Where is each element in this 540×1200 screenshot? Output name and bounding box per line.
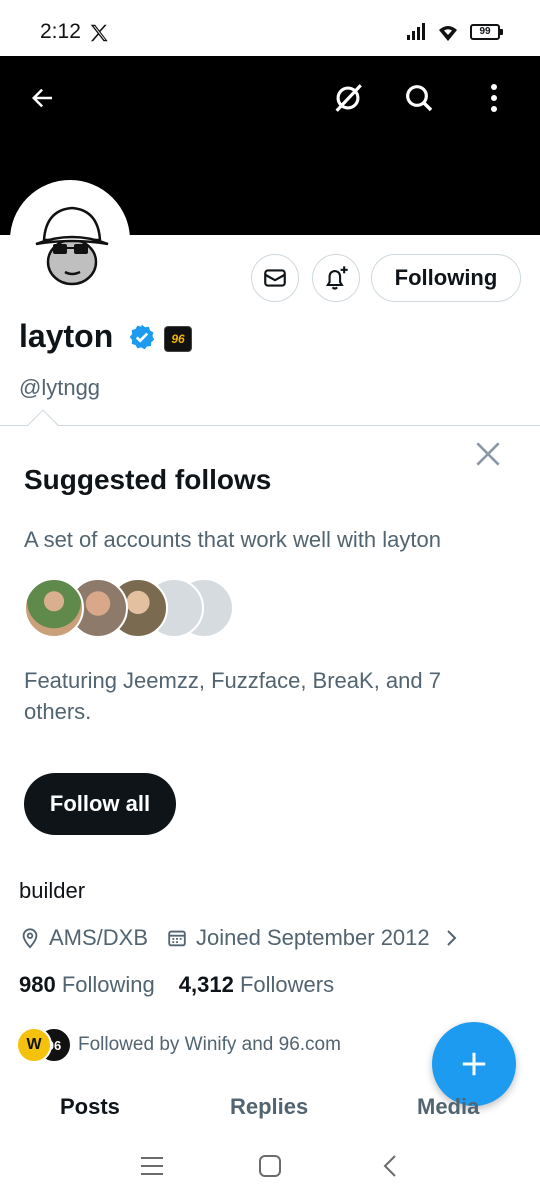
followed-by-avatar: W bbox=[16, 1027, 52, 1063]
suggested-avatars[interactable] bbox=[24, 578, 244, 640]
x-logo-icon bbox=[90, 24, 108, 42]
battery-icon: 99 bbox=[470, 24, 503, 40]
following-count-label: Following bbox=[61, 972, 155, 997]
bell-plus-icon bbox=[325, 266, 348, 290]
chevron-left-icon bbox=[383, 1155, 396, 1177]
followed-by-text: Followed by Winify and 96.com bbox=[78, 1034, 341, 1055]
tab-posts[interactable]: Posts bbox=[60, 1094, 120, 1120]
follow-all-button[interactable]: Follow all bbox=[24, 773, 176, 835]
search-icon bbox=[406, 85, 433, 112]
profile-location: AMS/DXB bbox=[49, 925, 149, 950]
notifications-button[interactable] bbox=[312, 254, 360, 302]
back-nav-button[interactable] bbox=[374, 1150, 406, 1182]
profile-bio: builder bbox=[19, 878, 86, 903]
grok-button[interactable] bbox=[328, 78, 368, 118]
followed-by-avatars: W 96 bbox=[16, 1027, 72, 1063]
following-count: 980 bbox=[19, 972, 56, 997]
recents-button[interactable] bbox=[136, 1150, 168, 1182]
profile-joined: Joined September 2012 bbox=[196, 925, 430, 950]
profile-tabs: Posts Replies Media bbox=[0, 1088, 540, 1132]
suggested-featuring-text: Featuring Jeemzz, Fuzzface, BreaK, and 7… bbox=[24, 668, 441, 724]
suggested-follows-subtitle: A set of accounts that work well with la… bbox=[24, 527, 441, 552]
home-square-icon bbox=[259, 1155, 281, 1177]
avatar-illustration-icon bbox=[14, 184, 126, 296]
following-count-link[interactable]: 980 Following bbox=[19, 972, 155, 998]
status-bar: 2:12 99 bbox=[0, 0, 540, 56]
tab-replies[interactable]: Replies bbox=[230, 1094, 308, 1120]
chevron-right-icon[interactable] bbox=[444, 927, 460, 949]
followers-count: 4,312 bbox=[178, 972, 234, 997]
affiliation-badge[interactable]: 96 bbox=[164, 326, 192, 352]
wifi-icon bbox=[439, 26, 457, 41]
profile-display-name: layton bbox=[19, 318, 114, 354]
following-button[interactable]: Following bbox=[371, 254, 521, 302]
profile-handle: @lytngg bbox=[19, 375, 101, 400]
suggested-follows-title: Suggested follows bbox=[24, 464, 272, 495]
message-button[interactable] bbox=[251, 254, 299, 302]
suggest-caret bbox=[27, 409, 59, 441]
close-suggestions-icon[interactable] bbox=[472, 438, 504, 470]
location-pin-icon bbox=[22, 928, 38, 949]
back-button[interactable] bbox=[22, 78, 62, 118]
recents-icon bbox=[141, 1157, 163, 1175]
follow-counts: 980 Following 4,312 Followers bbox=[19, 972, 334, 998]
verified-badge-icon bbox=[129, 324, 155, 350]
profile-avatar[interactable] bbox=[10, 180, 130, 300]
mail-icon bbox=[264, 269, 286, 287]
arrow-left-icon bbox=[32, 88, 52, 108]
more-button[interactable] bbox=[474, 78, 514, 118]
status-icons: 99 bbox=[406, 22, 503, 42]
followers-count-label: Followers bbox=[239, 972, 335, 997]
tab-media[interactable]: Media bbox=[417, 1094, 479, 1120]
grok-icon bbox=[335, 84, 362, 112]
section-divider bbox=[0, 425, 540, 426]
followed-by[interactable]: W 96 Followed by Winify and 96.com bbox=[16, 1027, 341, 1063]
plus-icon bbox=[462, 1052, 486, 1076]
calendar-icon bbox=[168, 930, 186, 947]
suggested-avatar bbox=[24, 578, 84, 638]
system-nav-bar bbox=[0, 1132, 540, 1200]
status-time: 2:12 bbox=[40, 20, 81, 43]
home-button[interactable] bbox=[254, 1150, 286, 1182]
profile-meta: AMS/DXB Joined September 2012 bbox=[19, 925, 460, 951]
signal-icon bbox=[407, 23, 425, 40]
followers-count-link[interactable]: 4,312 Followers bbox=[179, 972, 334, 998]
more-vertical-icon bbox=[491, 84, 497, 112]
search-button[interactable] bbox=[399, 78, 439, 118]
